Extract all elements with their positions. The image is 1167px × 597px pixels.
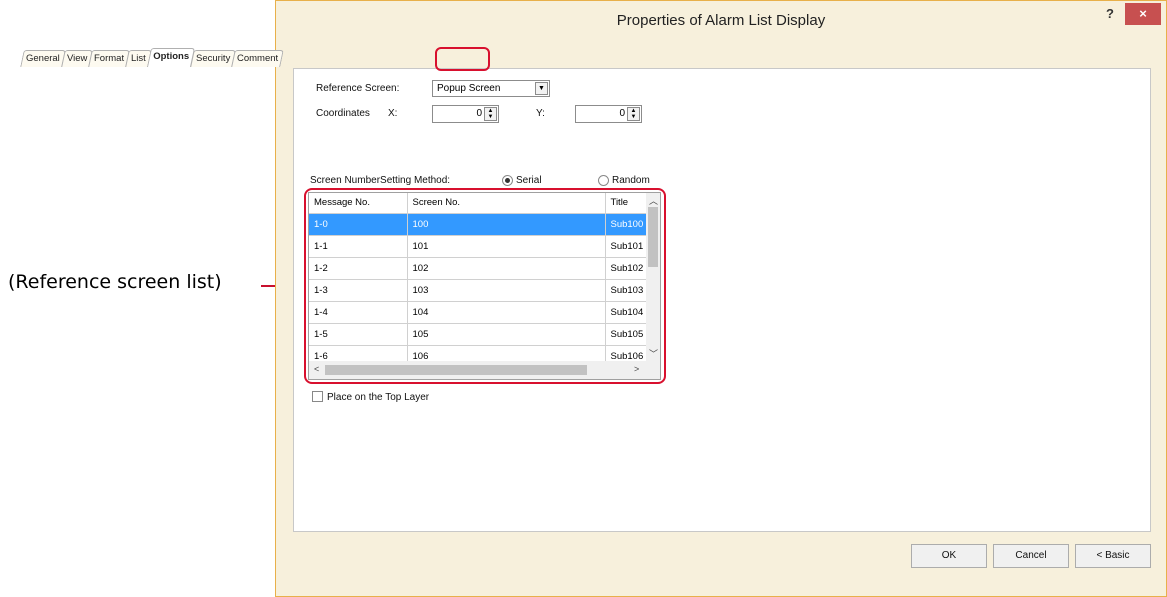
spinner-arrows-icon[interactable]: ▲ ▼ [627,107,640,121]
tab-security[interactable]: Security [190,50,237,67]
ok-button[interactable]: OK [911,544,987,568]
spinner-arrows-icon[interactable]: ▲ ▼ [484,107,497,121]
y-value: 0 [619,108,625,119]
y-coordinate-spinner[interactable]: 0 ▲ ▼ [575,105,642,123]
serial-label: Serial [516,175,542,186]
callout-label: (Reference screen list) [8,271,222,293]
reference-screen-select[interactable]: Popup Screen ▼ [432,80,550,97]
title-bar: Properties of Alarm List Display ? × [276,1,1166,41]
serial-radio[interactable] [502,175,513,186]
place-top-layer-label: Place on the Top Layer [327,392,430,403]
close-button[interactable]: × [1125,3,1161,25]
reference-list-highlight [304,188,666,384]
coordinates-label: Coordinates [316,108,370,119]
setting-method-label: Screen NumberSetting Method: [310,175,451,186]
reference-screen-label: Reference Screen: [316,83,400,94]
tab-options[interactable]: Options [147,48,196,67]
reference-screen-value: Popup Screen [437,83,501,94]
chevron-down-icon[interactable]: ▼ [535,82,548,95]
x-value: 0 [476,108,482,119]
random-label: Random [612,175,650,186]
x-coordinate-spinner[interactable]: 0 ▲ ▼ [432,105,499,123]
window-title: Properties of Alarm List Display [616,12,826,29]
tab-general[interactable]: General [20,50,66,67]
random-radio[interactable] [598,175,609,186]
help-button[interactable]: ? [1099,5,1121,23]
options-tab-highlight [435,47,490,71]
x-label: X: [388,108,398,119]
basic-button[interactable]: < Basic [1075,544,1151,568]
tab-format[interactable]: Format [88,50,131,67]
cancel-button[interactable]: Cancel [993,544,1069,568]
place-top-layer-checkbox[interactable] [312,391,323,402]
tab-strip: General View Format List Options Securit… [20,48,285,68]
tab-comment[interactable]: Comment [231,50,285,67]
y-label: Y: [536,108,545,119]
